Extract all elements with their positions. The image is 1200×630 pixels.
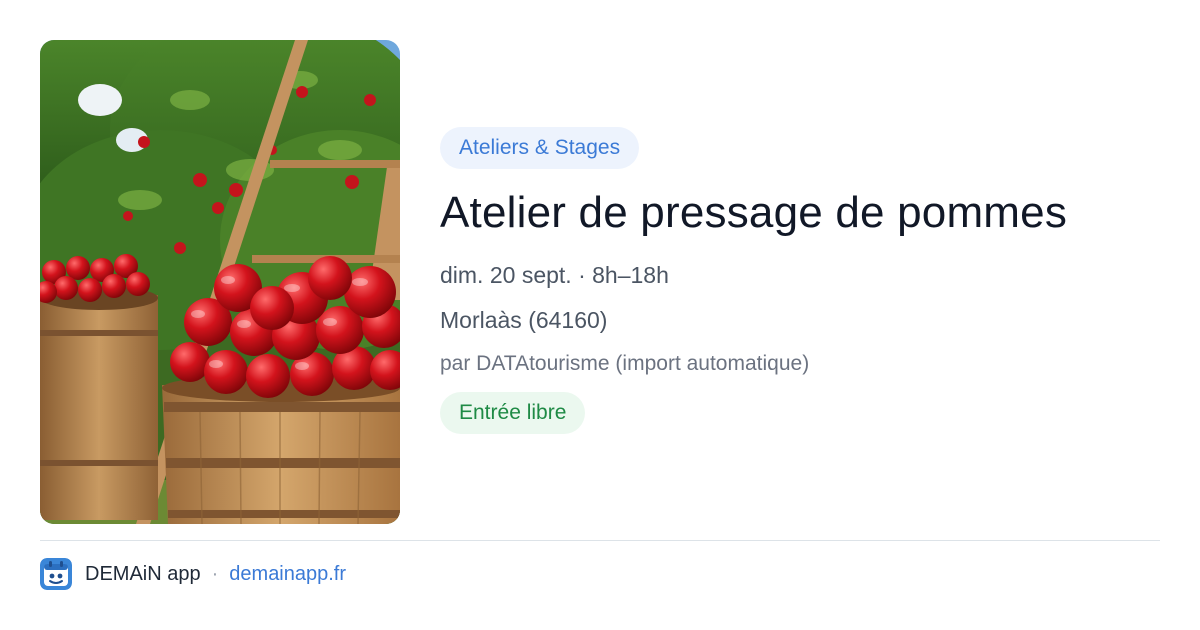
event-details: Ateliers & Stages Atelier de pressage de… (440, 127, 1160, 434)
app-name: DEMAiN app (85, 562, 201, 585)
app-url-link[interactable]: demainapp.fr (229, 563, 346, 586)
price-badge: Entrée libre (440, 392, 586, 434)
event-title: Atelier de pressage de pommes (440, 188, 1068, 237)
footer-separator: · (211, 562, 219, 585)
demain-app-logo-icon (40, 558, 72, 590)
event-source: par DATAtourisme (import automatique) (440, 352, 810, 375)
divider (40, 540, 1160, 541)
event-location: Morlaàs (64160) (440, 307, 608, 333)
category-badge[interactable]: Ateliers & Stages (440, 127, 640, 169)
event-date: dim. 20 sept. · 8h–18h (440, 262, 669, 288)
footer: DEMAiN app · demainapp.fr (40, 557, 346, 591)
event-photo (40, 40, 400, 524)
